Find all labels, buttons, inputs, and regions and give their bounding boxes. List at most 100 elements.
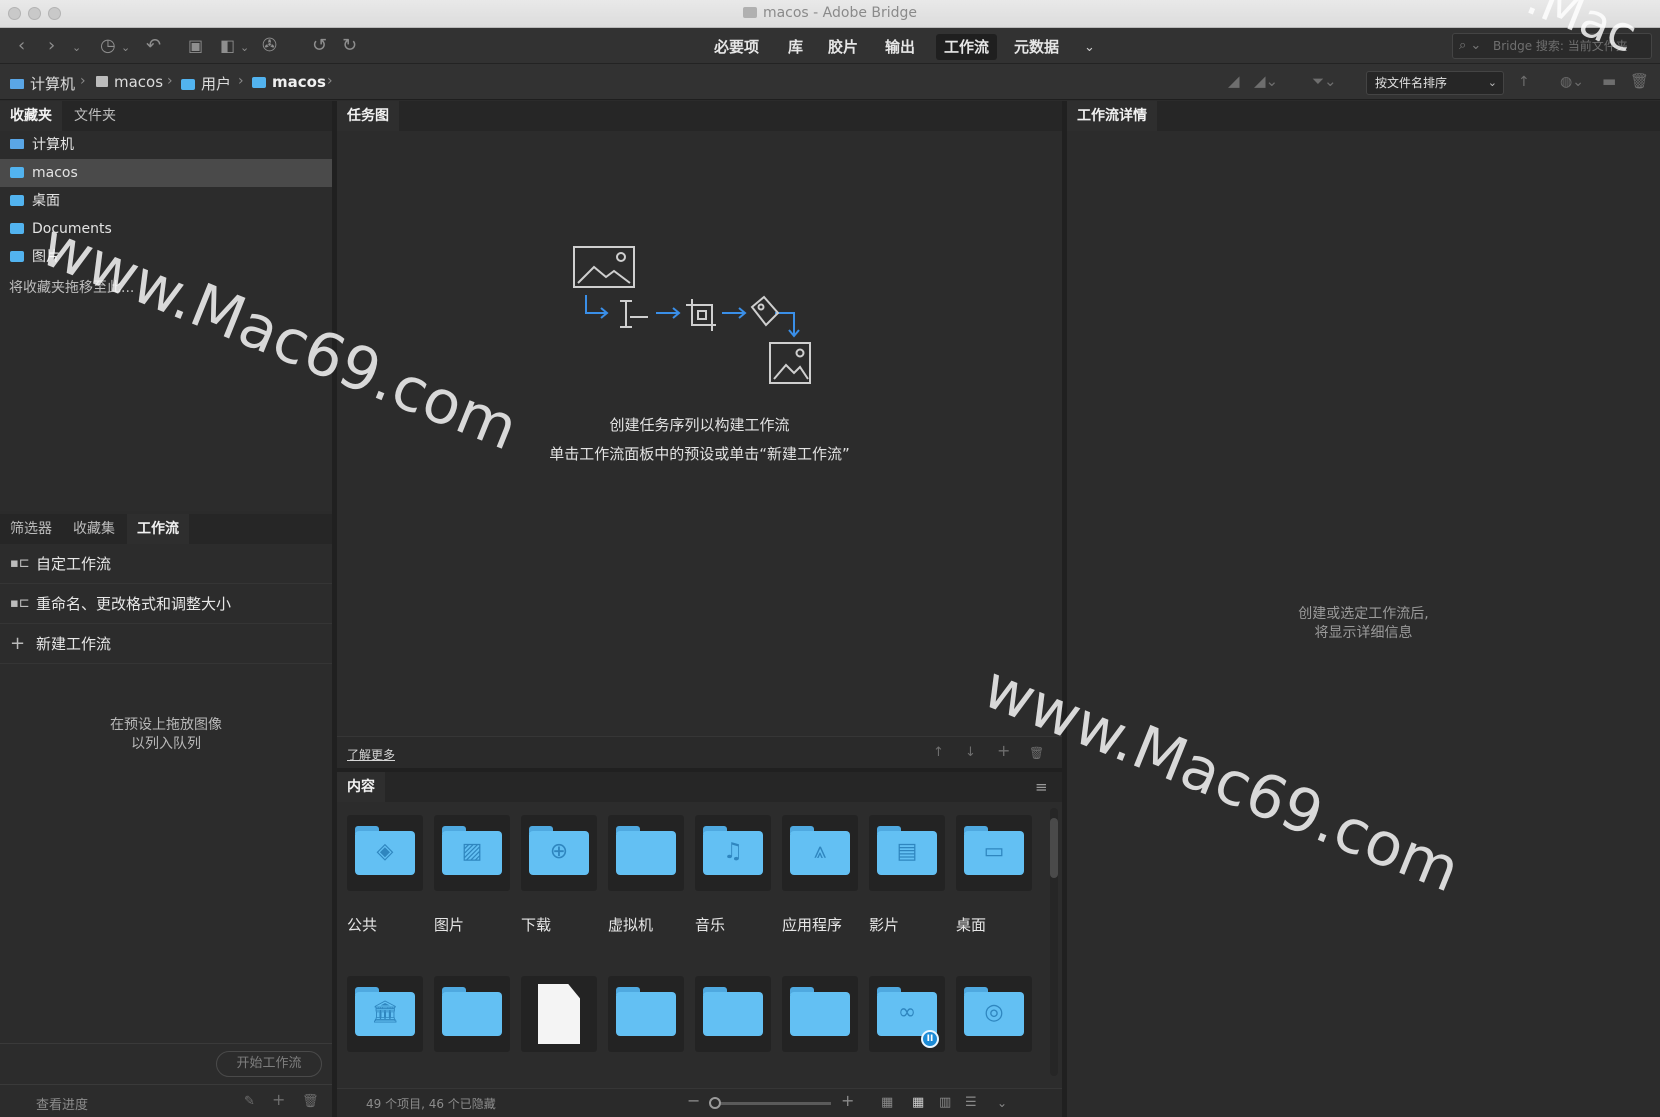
sort-dropdown[interactable]: 按文件名排序 ⌄ (1366, 71, 1504, 95)
chevron-down-icon[interactable]: ⌄ (997, 1093, 1007, 1113)
chevron-down-icon[interactable]: ⌄ (121, 38, 130, 58)
content-item-applications[interactable]: ⩓ (782, 815, 858, 891)
thumbnail-quality-icon[interactable]: ◢⌄ (1254, 71, 1278, 91)
refine-icon[interactable]: ◧ (220, 36, 235, 56)
tag-icon (750, 295, 780, 327)
list-view-icon[interactable]: ☰ (965, 1093, 977, 1113)
content-item-virtual-machines[interactable] (608, 815, 684, 891)
content-item-creative-cloud[interactable]: ∞ II (869, 976, 945, 1052)
favorite-computer[interactable]: 计算机 (0, 131, 332, 159)
favorite-macos[interactable]: macos (0, 159, 332, 187)
new-folder-icon[interactable]: ▬ (1602, 71, 1616, 91)
move-up-icon[interactable]: ↑ (933, 743, 944, 763)
content-item-folder[interactable] (608, 976, 684, 1052)
quality-icon[interactable]: ◢ (1228, 71, 1240, 91)
window-title-text: macos - Adobe Bridge (762, 5, 918, 21)
favorite-documents[interactable]: Documents (0, 215, 332, 243)
chevron-down-icon[interactable]: ⌄ (72, 38, 81, 58)
content-item-desktop[interactable]: ▭ (956, 815, 1032, 891)
sort-ascending-icon[interactable]: ↑ (1518, 72, 1530, 92)
tab-filter[interactable]: 筛选器 (0, 514, 62, 544)
content-scrollbar[interactable] (1050, 808, 1058, 1076)
rotate-right-icon[interactable]: ↻ (342, 36, 357, 56)
learn-more-link[interactable]: 了解更多 (347, 746, 395, 763)
open-recent-icon[interactable]: ◍⌄ (1560, 72, 1584, 92)
start-workflow-button[interactable]: 开始工作流 (216, 1051, 322, 1077)
content-item-sites[interactable]: ◎ (956, 976, 1032, 1052)
trash-icon[interactable]: 🗑 (1029, 743, 1044, 763)
folder-icon (10, 167, 24, 178)
favorite-pictures[interactable]: 图片 (0, 243, 332, 271)
breadcrumb-computer[interactable]: 计算机 (10, 73, 75, 94)
content-item-downloads[interactable]: ⊕ (521, 815, 597, 891)
details-view-icon[interactable]: ▥ (939, 1093, 951, 1113)
favorites-drop-hint: 将收藏夹拖移至此... (9, 280, 135, 296)
tab-workflow-details[interactable]: 工作流详情 (1067, 101, 1157, 131)
breadcrumb-macos-folder[interactable]: macos (252, 73, 326, 91)
move-down-icon[interactable]: ↓ (965, 743, 976, 763)
panel-menu-icon[interactable]: ≡ (1035, 777, 1048, 797)
breadcrumb-macos-disk[interactable]: macos (96, 73, 163, 91)
grid-lock-icon[interactable]: ▦ (881, 1093, 893, 1113)
thumbnail-view-icon[interactable]: ▦ (912, 1093, 924, 1113)
breadcrumb-separator: › (238, 73, 244, 89)
workspace-workflow[interactable]: 工作流 (936, 34, 998, 60)
workspace-libraries[interactable]: 库 (780, 34, 811, 60)
breadcrumb-users[interactable]: 用户 (181, 73, 231, 94)
content-item-music[interactable]: ♫ (695, 815, 771, 891)
favorite-desktop[interactable]: 桌面 (0, 187, 332, 215)
tab-workflow[interactable]: 工作流 (127, 514, 189, 544)
bridge-search-input[interactable]: ⌕ ⌄ Bridge 搜索: 当前文件夹 (1452, 33, 1652, 59)
camera-import-icon[interactable]: ▣ (188, 36, 203, 56)
content-label: 应用程序 (782, 916, 843, 934)
recent-history-icon[interactable]: ◷ (100, 36, 116, 56)
music-folder-icon: ♫ (723, 839, 743, 864)
content-scrollbar-thumb[interactable] (1050, 818, 1058, 878)
content-item-library[interactable]: 🏛 (347, 976, 423, 1052)
new-workflow-button[interactable]: + 新建工作流 (0, 624, 332, 664)
forward-icon[interactable]: › (48, 36, 55, 56)
open-in-camera-raw-icon[interactable]: ✇ (262, 36, 277, 56)
zoom-in-icon[interactable]: + (841, 1091, 854, 1111)
tab-folders[interactable]: 文件夹 (64, 101, 126, 131)
public-folder-icon: ◈ (376, 839, 394, 864)
content-item-folder[interactable] (782, 976, 858, 1052)
task-map-footer: 了解更多 ↑ ↓ + 🗑 (337, 736, 1062, 768)
tab-task-map[interactable]: 任务图 (337, 101, 399, 131)
tab-content[interactable]: 内容 (337, 772, 385, 802)
zoom-out-icon[interactable]: − (687, 1091, 700, 1111)
computer-icon (10, 79, 24, 89)
workspace-essentials[interactable]: 必要项 (706, 34, 767, 60)
plus-icon[interactable]: + (997, 741, 1010, 761)
trash-icon[interactable]: 🗑 (302, 1092, 319, 1112)
slider-handle[interactable] (709, 1097, 721, 1109)
workspace-filmstrip[interactable]: 胶片 (820, 34, 866, 60)
content-item-folder[interactable] (434, 976, 510, 1052)
content-item-document[interactable] (521, 976, 597, 1052)
workspace-output[interactable]: 输出 (877, 34, 923, 60)
thumbnail-size-slider[interactable] (709, 1097, 831, 1109)
return-to-app-icon[interactable]: ↶ (146, 36, 161, 56)
workspace-more-chevron-icon[interactable]: ⌄ (1084, 38, 1095, 58)
workflow-rename-format-resize[interactable]: ▪⊏ 重命名、更改格式和调整大小 (0, 584, 332, 624)
tab-collections[interactable]: 收藏集 (63, 514, 125, 544)
view-progress-label[interactable]: 查看进度 (36, 1094, 88, 1113)
content-item-pictures[interactable]: ▨ (434, 815, 510, 891)
divider (0, 1084, 332, 1085)
filter-icon[interactable]: ⏷⌄ (1312, 71, 1337, 91)
back-icon[interactable]: ‹ (18, 36, 25, 56)
task-map-tabbar: 任务图 (337, 101, 1062, 131)
content-item-movies[interactable]: ▤ (869, 815, 945, 891)
workflow-custom[interactable]: ▪⊏ 自定工作流 (0, 544, 332, 584)
chevron-down-icon[interactable]: ⌄ (240, 38, 249, 58)
workspace-metadata[interactable]: 元数据 (1006, 34, 1067, 60)
plus-icon[interactable]: + (272, 1090, 285, 1110)
content-item-public[interactable]: ◈ (347, 815, 423, 891)
trash-icon[interactable]: 🗑 (1630, 71, 1649, 91)
content-item-folder[interactable] (695, 976, 771, 1052)
folder-icon (742, 7, 757, 18)
workflow-panel: 筛选器 收藏集 工作流 ▪⊏ 自定工作流 ▪⊏ 重命名、更改格式和调整大小 + 新建工… (0, 514, 332, 1117)
rotate-left-icon[interactable]: ↺ (312, 36, 327, 56)
edit-icon[interactable]: ✎ (244, 1092, 255, 1112)
tab-favorites[interactable]: 收藏夹 (0, 101, 62, 131)
